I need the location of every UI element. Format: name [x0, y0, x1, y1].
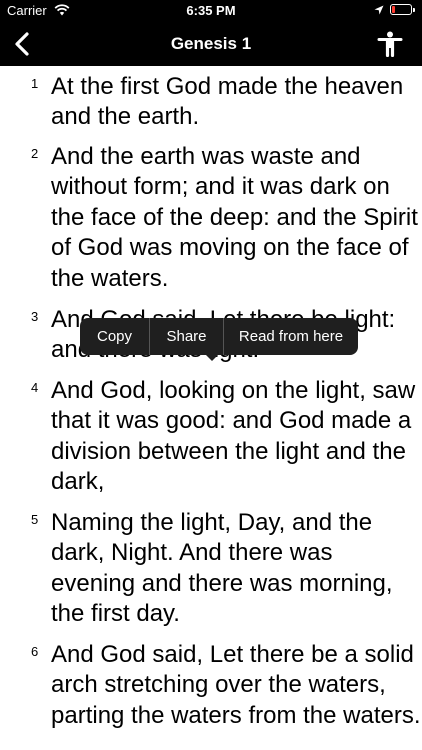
read-from-here-menu-item[interactable]: Read from here — [224, 318, 358, 355]
verse-number: 5 — [31, 512, 39, 527]
menu-pointer-arrow — [204, 353, 220, 361]
battery-icon — [390, 4, 415, 15]
verse-text: At the first God made the heaven and the… — [51, 73, 404, 131]
verse-number: 1 — [31, 76, 39, 91]
verse-number: 2 — [31, 146, 39, 161]
verse-number: 4 — [31, 380, 39, 395]
accessibility-icon[interactable] — [376, 31, 404, 57]
text-selection-menu: Copy Share Read from here — [80, 318, 358, 361]
status-bar: Carrier 6:35 PM — [0, 0, 422, 22]
verse-text: And God, looking on the light, saw that … — [51, 377, 416, 496]
clock: 6:35 PM — [186, 3, 236, 18]
verse-text: And the earth was waste and without form… — [51, 143, 418, 292]
verse-number: 6 — [31, 644, 39, 659]
verse-number: 3 — [31, 309, 39, 324]
page-title: Genesis 1 — [170, 34, 252, 53]
share-menu-item[interactable]: Share — [150, 318, 223, 355]
verse-text: And God said, Let there be a solid arch … — [51, 641, 421, 729]
nav-bar: Genesis 1 — [0, 22, 422, 66]
location-arrow-icon — [374, 5, 384, 15]
verse-text: Naming the light, Day, and the dark, Nig… — [51, 509, 393, 628]
copy-menu-item[interactable]: Copy — [80, 318, 149, 355]
